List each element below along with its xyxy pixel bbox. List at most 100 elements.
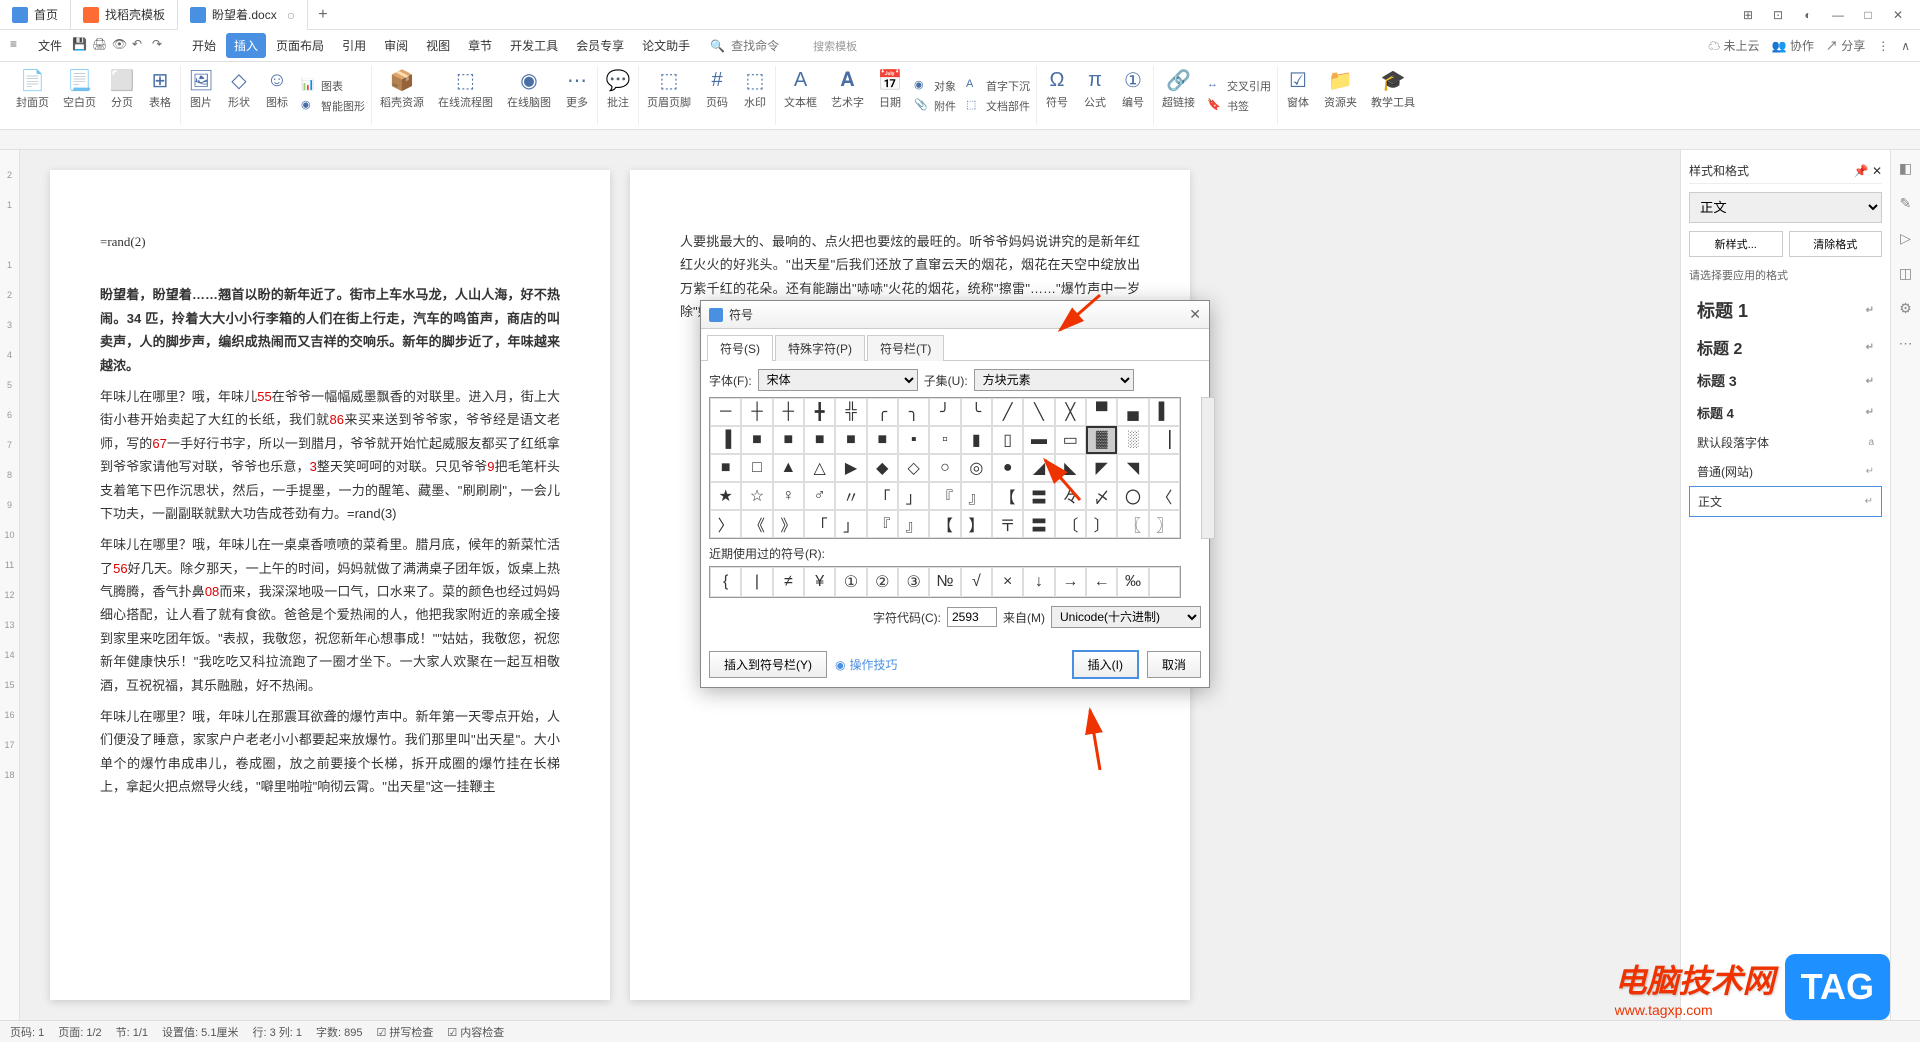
recent-symbol-cell[interactable] bbox=[1149, 567, 1180, 597]
ribbon-docparts[interactable]: ⬚文档部件 bbox=[962, 96, 1034, 116]
symbol-cell[interactable]: 〓 bbox=[1023, 510, 1054, 538]
symbol-cell[interactable]: 『 bbox=[929, 482, 960, 510]
symbol-cell[interactable]: 』 bbox=[898, 510, 929, 538]
select-icon[interactable]: ▷ bbox=[1900, 230, 1911, 247]
symbol-cell[interactable]: 〇 bbox=[1117, 482, 1148, 510]
dialog-tab-symbols[interactable]: 符号(S) bbox=[707, 335, 773, 361]
symbol-cell[interactable]: ■ bbox=[835, 426, 866, 454]
minimize-button[interactable]: — bbox=[1824, 3, 1852, 27]
file-menu[interactable]: 文件 bbox=[30, 33, 70, 58]
symbol-cell[interactable]: 【 bbox=[992, 482, 1023, 510]
symbol-cell[interactable]: ▕ bbox=[1149, 426, 1180, 454]
symbol-cell[interactable]: 〃 bbox=[835, 482, 866, 510]
status-words[interactable]: 字数: 895 bbox=[316, 1024, 362, 1040]
dialog-tab-bar[interactable]: 符号栏(T) bbox=[867, 335, 944, 361]
symbol-cell[interactable]: 《 bbox=[741, 510, 772, 538]
symbol-cell[interactable]: 』 bbox=[961, 482, 992, 510]
ribbon-date[interactable]: 📅日期 bbox=[872, 66, 908, 125]
symbol-cell[interactable]: ■ bbox=[867, 426, 898, 454]
tab-add-button[interactable]: + bbox=[308, 6, 337, 24]
cancel-button[interactable]: 取消 bbox=[1147, 651, 1201, 678]
ribbon-symbol[interactable]: Ω符号 bbox=[1039, 66, 1075, 125]
symbol-cell[interactable]: ▮ bbox=[961, 426, 992, 454]
symbol-cell[interactable]: 『 bbox=[867, 510, 898, 538]
share-button[interactable]: ↗ 分享 bbox=[1826, 37, 1865, 54]
recent-symbol-cell[interactable]: ③ bbox=[898, 567, 929, 597]
status-setting[interactable]: 设置值: 5.1厘米 bbox=[162, 1024, 238, 1040]
symbol-cell[interactable]: 【 bbox=[929, 510, 960, 538]
ribbon-icon[interactable]: ☺图标 bbox=[259, 66, 295, 125]
ribbon-resource[interactable]: 📁资源夹 bbox=[1318, 66, 1363, 125]
ribbon-resources[interactable]: 📦稻壳资源 bbox=[374, 66, 430, 125]
symbol-cell[interactable]: ┼ bbox=[741, 398, 772, 426]
status-line[interactable]: 行: 3 列: 1 bbox=[252, 1024, 302, 1040]
recent-symbol-cell[interactable]: ‰ bbox=[1117, 567, 1148, 597]
ribbon-image[interactable]: 🖼图片 bbox=[183, 66, 219, 125]
tab-document[interactable]: 盼望着.docx○ bbox=[178, 0, 308, 30]
symbol-cell[interactable]: ░ bbox=[1117, 426, 1148, 454]
symbol-cell[interactable]: ╋ bbox=[804, 398, 835, 426]
ribbon-smartart[interactable]: ◉智能图形 bbox=[297, 96, 369, 116]
symbol-cell[interactable]: ■ bbox=[804, 426, 835, 454]
recent-symbol-cell[interactable]: → bbox=[1055, 567, 1086, 597]
ribbon-flowchart[interactable]: ⬚在线流程图 bbox=[432, 66, 499, 125]
symbol-cell[interactable]: 〉 bbox=[710, 510, 741, 538]
symbol-cell[interactable]: ▀ bbox=[1086, 398, 1117, 426]
symbol-cell[interactable]: 〕 bbox=[1086, 510, 1117, 538]
symbol-cell[interactable]: ▓ bbox=[1086, 426, 1117, 454]
style-normal-web[interactable]: 普通(网站)↵ bbox=[1689, 457, 1882, 486]
subset-select[interactable]: 方块元素 bbox=[974, 369, 1134, 391]
symbol-cell[interactable]: ╬ bbox=[835, 398, 866, 426]
status-spell[interactable]: ☑ 拼写检查 bbox=[376, 1024, 433, 1040]
ribbon-equation[interactable]: π公式 bbox=[1077, 66, 1113, 125]
cloud-status[interactable]: ☁ 未上云 bbox=[1708, 37, 1759, 54]
symbol-cell[interactable]: ▭ bbox=[1055, 426, 1086, 454]
symbol-cell[interactable]: ▪ bbox=[898, 426, 929, 454]
symbol-cell[interactable]: ■ bbox=[710, 454, 741, 482]
symbol-cell[interactable]: 「 bbox=[804, 510, 835, 538]
recent-symbols-grid[interactable]: {|≠¥①②③№√×↓→←‰ bbox=[709, 566, 1181, 598]
hamburger-icon[interactable]: ≡ bbox=[10, 37, 28, 55]
symbol-cell[interactable]: ★ bbox=[710, 482, 741, 510]
insert-toolbar-button[interactable]: 插入到符号栏(Y) bbox=[709, 651, 827, 678]
ribbon-form[interactable]: ☑窗体 bbox=[1280, 66, 1316, 125]
ribbon-chart[interactable]: 📊图表 bbox=[297, 76, 369, 96]
recent-symbol-cell[interactable]: ② bbox=[867, 567, 898, 597]
pin-icon[interactable]: 📌 bbox=[1854, 164, 1869, 178]
ribbon-dropcap[interactable]: A首字下沉 bbox=[962, 76, 1034, 96]
apps-icon[interactable]: ⊡ bbox=[1764, 3, 1792, 27]
symbol-cell[interactable]: ─ bbox=[710, 398, 741, 426]
menu-layout[interactable]: 页面布局 bbox=[268, 33, 332, 58]
ribbon-blank[interactable]: 📃空白页 bbox=[57, 66, 102, 125]
symbol-cell[interactable]: ◢ bbox=[1023, 454, 1054, 482]
recent-symbol-cell[interactable]: { bbox=[710, 567, 741, 597]
tab-close-icon[interactable]: ○ bbox=[287, 7, 295, 23]
symbol-cell[interactable]: ╱ bbox=[992, 398, 1023, 426]
clear-format-button[interactable]: 清除格式 bbox=[1789, 231, 1883, 257]
properties-icon[interactable]: ◧ bbox=[1899, 160, 1912, 177]
ribbon-attachment[interactable]: 📎附件 bbox=[910, 96, 960, 116]
symbol-cell[interactable]: ■ bbox=[741, 426, 772, 454]
undo-icon[interactable]: ↶ bbox=[132, 37, 150, 55]
symbol-cell[interactable]: ◇ bbox=[898, 454, 929, 482]
recent-symbol-cell[interactable]: | bbox=[741, 567, 772, 597]
symbol-cell[interactable]: ☆ bbox=[741, 482, 772, 510]
symbol-cell[interactable]: 「 bbox=[867, 482, 898, 510]
tab-home[interactable]: 首页 bbox=[0, 0, 71, 30]
dialog-close-button[interactable]: ✕ bbox=[1189, 306, 1201, 323]
symbol-cell[interactable]: 」 bbox=[835, 510, 866, 538]
symbol-cell[interactable] bbox=[1149, 454, 1180, 482]
status-pages[interactable]: 页面: 1/2 bbox=[58, 1024, 101, 1040]
symbol-cell[interactable]: 〓 bbox=[1023, 482, 1054, 510]
status-content[interactable]: ☑ 内容检查 bbox=[447, 1024, 504, 1040]
template-search[interactable]: 搜索模板 bbox=[813, 38, 857, 54]
style-heading4[interactable]: 标题 4↵ bbox=[1689, 397, 1882, 428]
symbol-cell[interactable]: ╰ bbox=[961, 398, 992, 426]
symbol-cell[interactable]: 〈 bbox=[1149, 482, 1180, 510]
symbol-cell[interactable]: ▯ bbox=[992, 426, 1023, 454]
brush-icon[interactable]: ✎ bbox=[1900, 195, 1912, 212]
ribbon-comment[interactable]: 💬批注 bbox=[600, 66, 636, 125]
symbol-cell[interactable]: ▌ bbox=[1149, 398, 1180, 426]
layers-icon[interactable]: ◫ bbox=[1899, 265, 1912, 282]
recent-symbol-cell[interactable]: ≠ bbox=[773, 567, 804, 597]
